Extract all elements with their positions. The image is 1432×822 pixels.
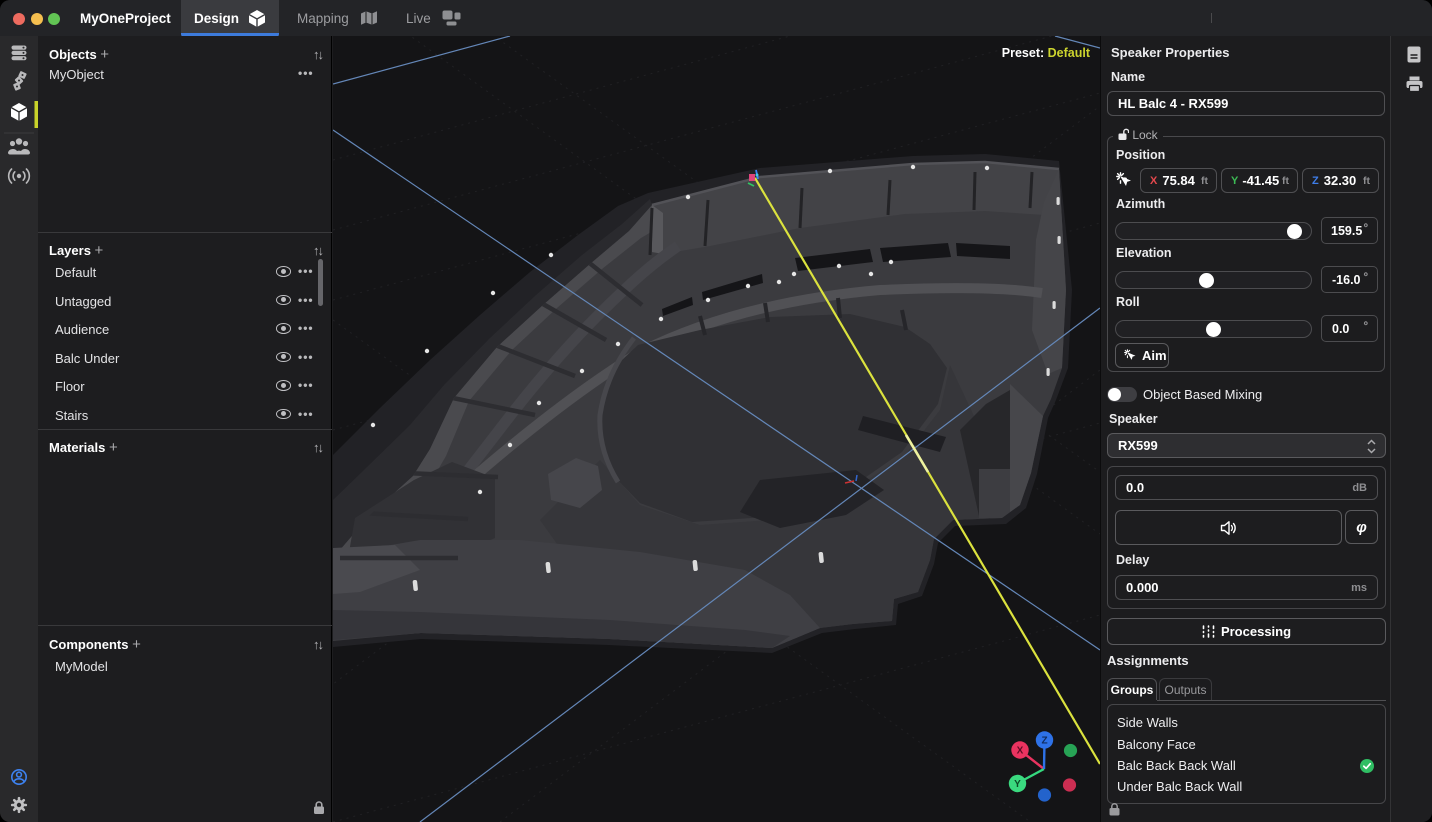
svg-text:Z: Z	[1041, 736, 1047, 747]
svg-text:X: X	[1017, 746, 1024, 757]
svg-text:Y: Y	[1014, 779, 1021, 790]
